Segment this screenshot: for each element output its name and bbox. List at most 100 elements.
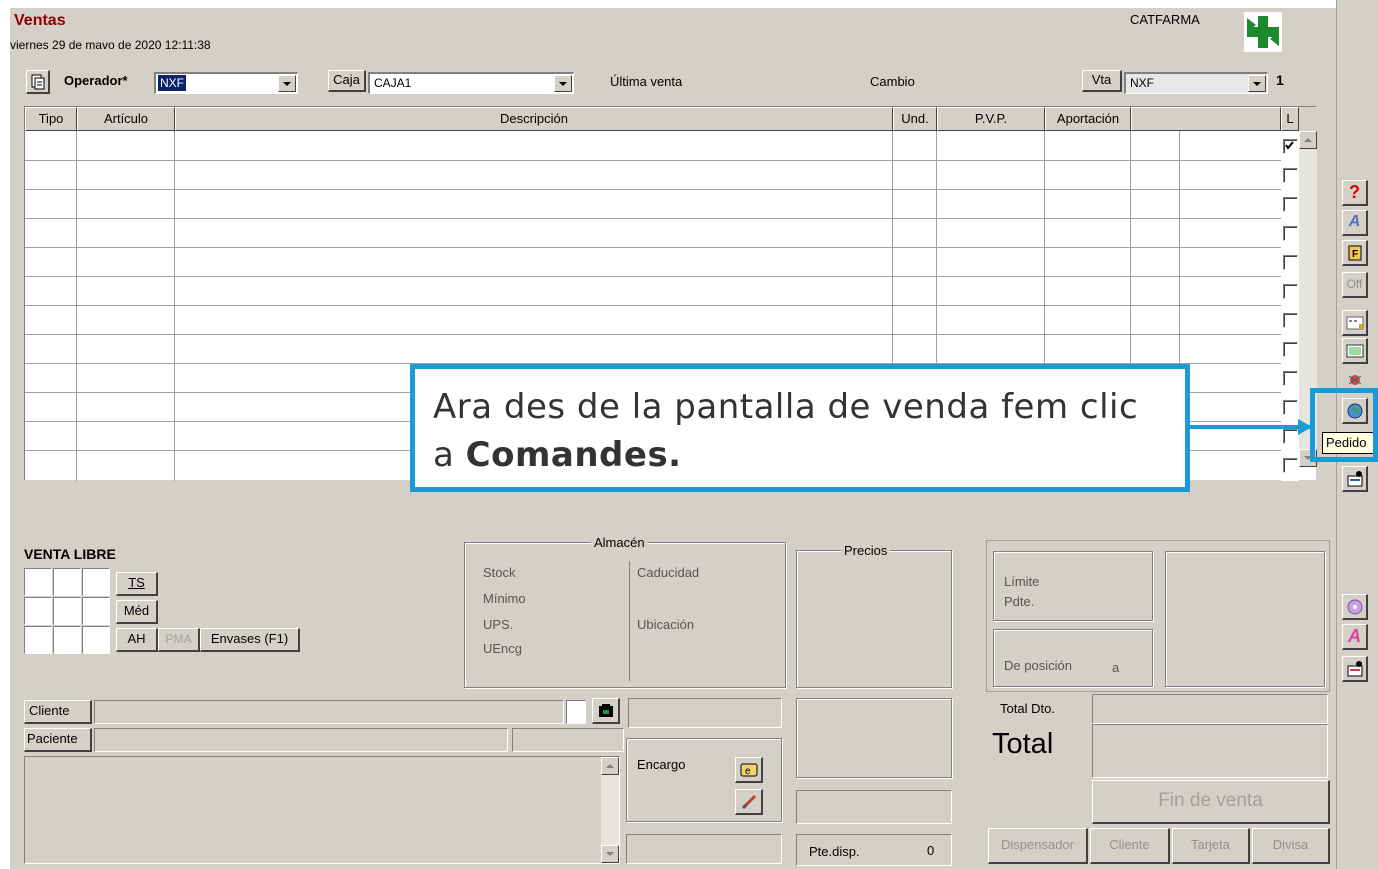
print-red-icon: [1347, 661, 1362, 677]
de-posicion-label: De posición: [1004, 658, 1072, 673]
info-box: [796, 698, 952, 778]
row-checkbox[interactable]: [1283, 255, 1298, 270]
cliente-pay-button[interactable]: Cliente: [1090, 828, 1170, 864]
row-checkbox[interactable]: [1283, 284, 1298, 299]
venta-libre-cell[interactable]: [82, 568, 110, 596]
off-label: Off: [1346, 277, 1363, 291]
bug-icon: [1348, 375, 1362, 385]
column-header-und[interactable]: Und.: [893, 107, 937, 131]
venta-libre-cell[interactable]: [24, 626, 52, 654]
pharmacy-cross-logo: [1244, 12, 1282, 52]
column-header-articulo[interactable]: Artículo: [77, 107, 175, 131]
scroll-up-button[interactable]: [601, 757, 619, 775]
vta-value: NXF: [1130, 76, 1154, 90]
encargo-label: Encargo: [637, 757, 686, 772]
venta-libre-cell[interactable]: [53, 597, 81, 625]
row-checkbox[interactable]: [1283, 313, 1298, 328]
fin-venta-button[interactable]: Fin de venta: [1092, 780, 1330, 824]
column-header-l[interactable]: L: [1281, 107, 1299, 131]
chevron-down-icon[interactable]: [554, 75, 572, 92]
column-header-descripcion[interactable]: Descripción: [175, 107, 893, 131]
venta-libre-cell[interactable]: [24, 597, 52, 625]
total-dto-field: [1092, 694, 1328, 724]
venta-libre-cells: [24, 568, 110, 656]
tarjeta-button[interactable]: Tarjeta: [1172, 828, 1250, 864]
dispensador-button[interactable]: Dispensador: [988, 828, 1088, 864]
row-checkbox[interactable]: [1283, 429, 1298, 444]
help-button[interactable]: ?: [1342, 180, 1368, 206]
limite-panel: Límite Pdte. De posición a: [986, 540, 1330, 692]
cliente-field[interactable]: [94, 700, 564, 724]
cliente-button[interactable]: Cliente: [24, 700, 92, 724]
column-header-pvp[interactable]: P.V.P.: [937, 107, 1045, 131]
font-a-pink-button[interactable]: A: [1342, 624, 1368, 650]
notes-area[interactable]: [24, 756, 620, 864]
calendar-button[interactable]: [1342, 310, 1368, 336]
venta-libre-cell[interactable]: [82, 597, 110, 625]
notes-scrollbar[interactable]: [601, 757, 619, 863]
row-checkbox[interactable]: [1283, 371, 1298, 386]
venta-libre-cell[interactable]: [53, 568, 81, 596]
card-reader-button[interactable]: [592, 698, 620, 724]
print-red-button[interactable]: [1342, 656, 1368, 682]
column-header-tipo[interactable]: Tipo: [25, 107, 77, 131]
document-icon-button[interactable]: [26, 70, 50, 94]
pdte-label: Pdte.: [1004, 594, 1035, 609]
precios-group: Precios: [796, 543, 952, 688]
almacen-legend: Almacén: [591, 535, 648, 550]
stock-label: Stock: [483, 565, 516, 580]
row-checkbox[interactable]: [1283, 139, 1298, 154]
scroll-down-button[interactable]: [601, 845, 619, 863]
pma-button[interactable]: PMA: [158, 628, 200, 652]
paciente-field[interactable]: [94, 728, 508, 752]
chevron-down-icon[interactable]: [1248, 75, 1266, 92]
scroll-up-button[interactable]: [1299, 131, 1317, 149]
tutorial-callout: Ara des de la pantalla de venda fem clic…: [410, 364, 1190, 492]
venta-libre-cell[interactable]: [24, 568, 52, 596]
operator-value: NXF: [157, 74, 187, 92]
venta-libre-cell[interactable]: [82, 626, 110, 654]
venta-libre-title: VENTA LIBRE: [24, 546, 116, 562]
vta-select[interactable]: NXF: [1124, 72, 1268, 94]
ultima-venta-label: Última venta: [610, 74, 683, 89]
pte-disp-value: 0: [927, 843, 935, 858]
encargo-edit-button[interactable]: [735, 789, 763, 815]
ts-button[interactable]: TS: [116, 572, 158, 596]
print-receipt-button[interactable]: [1342, 466, 1368, 492]
de-posicion-a-label: a: [1112, 660, 1120, 675]
screen-icon: [1346, 344, 1363, 358]
ah-button[interactable]: AH: [116, 628, 158, 652]
screen-button[interactable]: [1342, 338, 1368, 364]
chevron-down-icon[interactable]: [278, 75, 296, 92]
row-checkbox[interactable]: [1283, 342, 1298, 357]
cliente-extra-field[interactable]: [566, 700, 586, 724]
encargo-group: Encargo e: [626, 738, 782, 822]
row-checkbox[interactable]: [1283, 197, 1298, 212]
vta-button[interactable]: Vta: [1082, 70, 1122, 92]
paciente-button[interactable]: Paciente: [24, 728, 92, 752]
callout-arrow-icon: [1298, 419, 1312, 435]
off-button[interactable]: Off: [1342, 272, 1368, 298]
row-checkbox[interactable]: [1283, 168, 1298, 183]
paciente-extra-field[interactable]: [512, 728, 624, 752]
encargo-button[interactable]: e: [735, 757, 763, 783]
caja-button[interactable]: Caja: [328, 70, 366, 92]
envases-button[interactable]: Envases (F1): [200, 628, 300, 652]
column-header-blank[interactable]: [1131, 107, 1281, 131]
row-checkbox[interactable]: [1283, 226, 1298, 241]
med-button[interactable]: Méd: [116, 600, 158, 624]
precios-legend: Precios: [841, 543, 891, 558]
disc-button[interactable]: [1342, 594, 1368, 620]
caja-value: CAJA1: [374, 76, 412, 90]
caja-select[interactable]: CAJA1: [368, 72, 574, 94]
venta-libre-cell[interactable]: [53, 626, 81, 654]
column-header-aportacion[interactable]: Aportación: [1045, 107, 1131, 131]
divisa-button[interactable]: Divisa: [1252, 828, 1330, 864]
encargo-info-box: [626, 834, 782, 864]
card-reader-icon: [598, 704, 613, 717]
row-checkbox[interactable]: [1283, 458, 1298, 473]
f-document-button[interactable]: F: [1342, 240, 1368, 266]
font-a-button[interactable]: A: [1342, 210, 1368, 236]
row-checkbox[interactable]: [1283, 400, 1298, 415]
operator-select[interactable]: NXF: [154, 72, 298, 94]
